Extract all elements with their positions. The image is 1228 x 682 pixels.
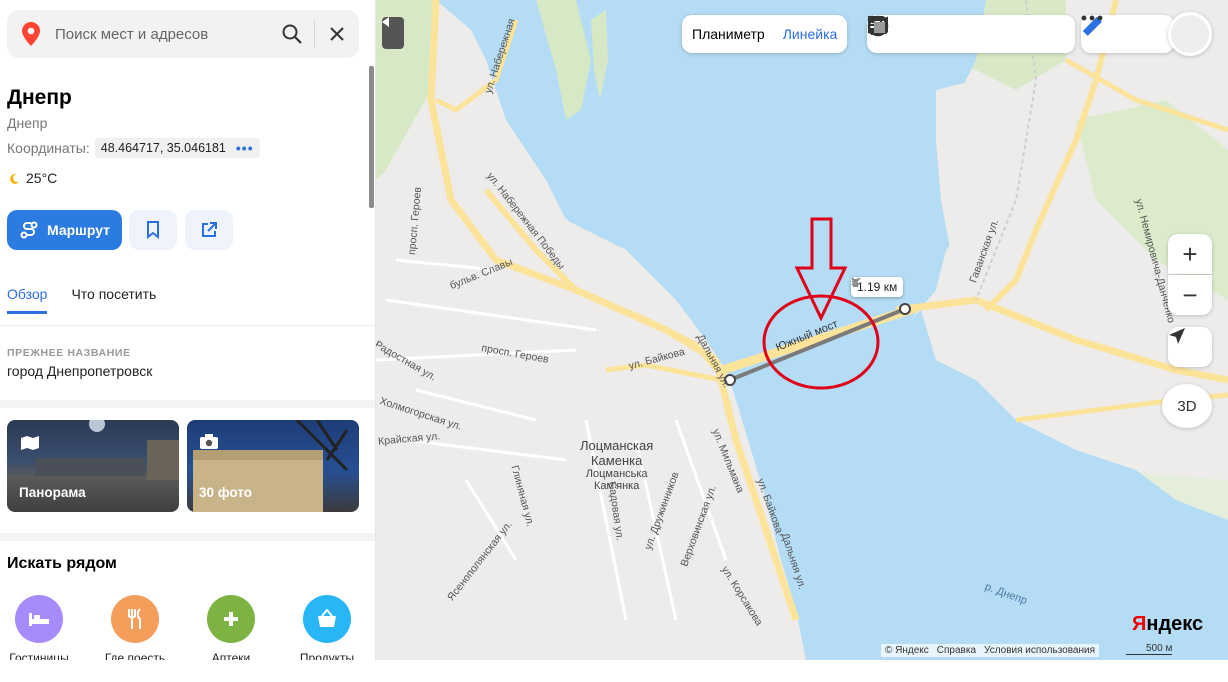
search-icon[interactable] [270,10,314,58]
panorama-label: Панорама [19,485,86,500]
locate-button[interactable] [1168,327,1212,367]
fork-knife-icon [128,608,141,629]
ruler-mode-tabs: Планиметр Линейка [682,15,848,53]
tab-overview[interactable]: Обзор [7,286,48,314]
bed-icon [29,613,49,626]
location-arrow-icon [1169,328,1185,344]
district-name: Лоцманская [580,438,654,453]
nearby-groceries-circle[interactable] [303,595,351,643]
measurement-value: 1.19 км [857,280,898,294]
district-name: Каменка [590,453,643,468]
bookmark-button[interactable] [129,210,177,250]
chevron-left-icon [382,17,389,27]
plus-icon [224,612,238,626]
share-button[interactable] [185,210,233,250]
former-name-caption: ПРЕЖНЕЕ НАЗВАНИЕ [7,347,131,359]
weather: 25°C [9,170,57,186]
panorama-tile[interactable]: Панорама [7,420,179,512]
bookmark-icon [147,221,159,239]
scale-bar: 500 м [1126,643,1173,655]
close-icon[interactable] [315,10,359,58]
nearby-pharmacies-circle[interactable] [207,595,255,643]
photos-tile[interactable]: 30 фото [187,420,359,512]
moon-icon [10,173,19,184]
route-button[interactable]: Маршрут [7,210,122,250]
nearby-title: Искать рядом [7,555,117,572]
panorama-icon [19,434,41,457]
map-canvas[interactable] [376,0,1228,660]
nearby-food[interactable]: Где поесть [100,595,170,660]
user-avatar[interactable] [1168,12,1212,56]
yandex-logo-y: Я [1132,613,1147,635]
district-name-ua: Кам'янка [593,480,640,492]
district-name-ua: Лоцманська [585,468,648,480]
camera-icon [199,434,219,455]
coordinates-more-icon[interactable]: ••• [236,140,254,156]
zoom-in-button[interactable]: + [1168,234,1212,274]
coordinates-label: Координаты: [7,140,90,156]
nearby-hotels-circle[interactable] [15,595,63,643]
nearby-hotels-label: Гостиницы [9,651,69,660]
tab-ruler[interactable]: Линейка [783,26,838,42]
temperature: 25°C [26,170,58,186]
coordinates-row: Координаты: 48.464717, 35.046181 ••• [7,138,260,158]
tools-toolbar [1081,15,1174,53]
route-button-label: Маршрут [46,222,111,238]
district-label: Лоцманская Каменка Лоцманська Кам'янка [580,438,653,492]
ruler-end-point [899,303,911,315]
tabs: Обзор Что посетить [7,286,156,314]
layers-icon[interactable] [867,15,887,35]
route-icon [20,221,38,239]
photos-label: 30 фото [199,485,252,500]
terms-link[interactable]: Условия использования [984,645,1095,656]
basket-icon [318,609,336,627]
search-input[interactable]: Поиск мест и адресов [55,26,270,43]
zoom-out-button[interactable]: − [1168,275,1212,315]
sidebar-scrollbar[interactable] [369,66,374,208]
divider [0,533,375,541]
share-icon [202,222,217,237]
place-title: Днепр [7,86,72,109]
divider [0,325,375,326]
map-pin-icon [7,10,55,58]
yandex-logo-rest: ндекс [1146,613,1204,635]
help-link[interactable]: Справка [937,645,976,656]
tab-what-to-visit[interactable]: Что посетить [71,286,156,314]
layers-toolbar [867,15,1075,53]
more-icon[interactable] [1081,15,1103,21]
nearby-hotels[interactable]: Гостиницы [4,595,74,660]
coordinates-value[interactable]: 48.464717, 35.046181 [101,141,226,155]
nearby-groceries[interactable]: Продукты [292,595,362,660]
yandex-logo: Яндекс [1132,613,1203,636]
measurement-tooltip: 1.19 км [851,277,904,297]
former-name-value: город Днепропетровск [7,363,153,379]
nearby-food-circle[interactable] [111,595,159,643]
nearby-food-label: Где поесть [104,651,166,660]
collapse-sidebar-button[interactable] [382,17,404,49]
sidebar: Поиск мест и адресов Днепр Днепр Координ… [0,0,376,660]
place-subtitle: Днепр [7,115,48,131]
tab-planimeter[interactable]: Планиметр [692,26,765,42]
copyright: © Яндекс [885,645,929,656]
nearby-pharmacies[interactable]: Аптеки [196,595,266,660]
divider [0,400,375,408]
map-footer: © Яндекс Справка Условия использования [881,644,1100,657]
nearby-pharmacies-label: Аптеки [211,651,251,660]
view-3d-button[interactable]: 3D [1162,384,1212,428]
nearby-groceries-label: Продукты [299,651,355,660]
search-bar[interactable]: Поиск мест и адресов [7,10,359,58]
map[interactable]: ул. Набережная ул. Набережная Победы про… [376,0,1228,660]
coordinates-box[interactable]: 48.464717, 35.046181 ••• [94,138,260,158]
check-icon[interactable] [851,277,861,285]
